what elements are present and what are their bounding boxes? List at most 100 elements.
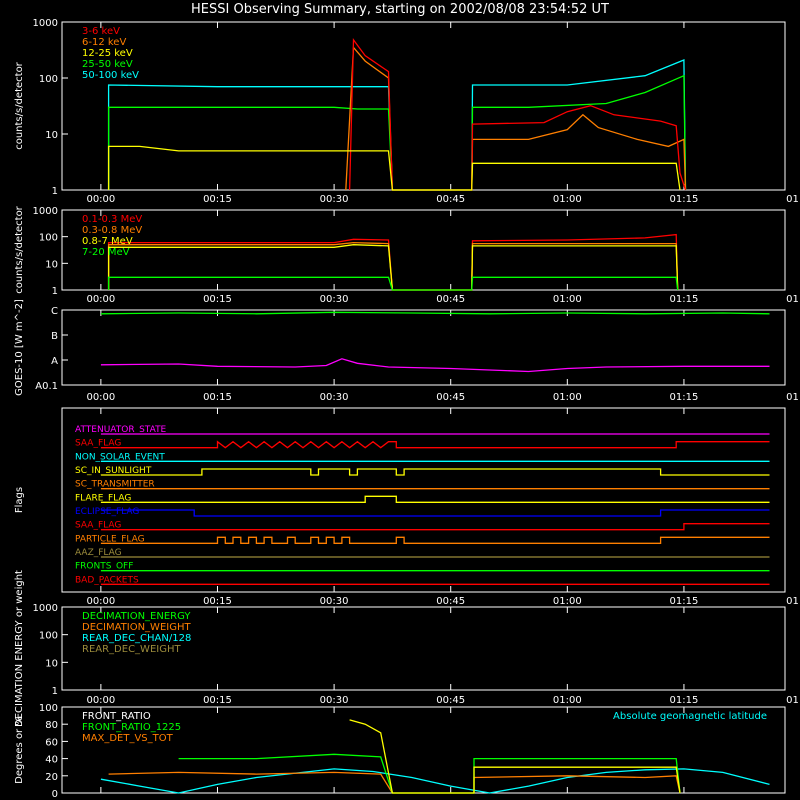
panel-3: GOES-10 [W m^-2] A0.1 A B C 00:00 00:15 00:30 00… (14, 299, 800, 403)
series-line-1 (107, 59, 687, 191)
x-tick-label: 01:30 (786, 392, 800, 403)
y-tick-label: C (51, 306, 58, 317)
y-tick-label: 10 (45, 130, 58, 141)
panel-4: Flags 00:00 00:15 00:30 00:45 01:00 01:15 01:30… (14, 407, 800, 607)
y-tick-label: 1000 (33, 603, 58, 614)
y-tick-label: 60 (45, 737, 58, 748)
y-tick-label: 1 (52, 186, 58, 197)
y-tick-label: 20 (45, 772, 58, 783)
y-axis-label: Flags (14, 487, 25, 513)
x-tick-label: 00:15 (203, 596, 232, 607)
x-tick-label: 00:15 (203, 392, 232, 403)
y-tick-label: 100 (39, 233, 58, 244)
y-tick-label: 100 (39, 74, 58, 85)
y-tick-label: 100 (39, 631, 58, 642)
y-tick-label: 1 (52, 286, 58, 297)
x-tick-label: 01:30 (786, 294, 800, 305)
series-line-1 (107, 233, 679, 291)
series-line-3 (345, 45, 687, 191)
series-line-4 (107, 276, 679, 291)
y-tick-label: 1 (52, 686, 58, 697)
x-tick-label: 01:15 (670, 596, 699, 607)
legend-entry: FRONT_RATIO (82, 711, 151, 722)
x-tick-label: 01:15 (670, 695, 699, 706)
legend-entry: REAR_DEC_WEIGHT (82, 644, 181, 655)
panel-5: DECIMATION ENERGY or weight 1 10 100 1000 00:… (14, 570, 800, 727)
y-tick-label: 0 (52, 789, 58, 800)
legend-entry: REAR_DEC_CHAN/128 (82, 633, 191, 644)
y-axis-label: GOES-10 [W m^-2] (14, 299, 25, 396)
legend-entry: 50-100 keV (82, 70, 139, 81)
y-axis-label: DECIMATION ENERGY or weight (14, 570, 25, 727)
x-tick-label: 01:30 (786, 596, 800, 607)
panel-frame (61, 407, 786, 593)
x-tick-label: 00:00 (86, 194, 115, 205)
y-tick-label: 10 (45, 259, 58, 270)
panel-6: Degrees or % 0 20 40 60 80 100 FRONT_RATIOFRONT… (14, 703, 786, 800)
legend-entry: 25-50 keV (82, 59, 133, 70)
x-tick-label: 00:45 (436, 194, 465, 205)
legend-entry: DECIMATION_WEIGHT (82, 622, 191, 633)
x-tick-label: 01:00 (553, 695, 582, 706)
x-tick-label: 00:00 (86, 695, 115, 706)
legend-entry: 0.3-0.8 MeV (82, 225, 142, 236)
x-tick-label: 00:00 (86, 392, 115, 403)
panel-2: counts/s/detector 1 10 100 1000 00:00 00:15 00:… (14, 205, 800, 305)
legend-entry: DECIMATION_ENERGY (82, 611, 191, 622)
y-axis-label: counts/s/detector (14, 61, 25, 149)
series-line-4 (348, 37, 687, 191)
x-tick-label: 01:15 (670, 294, 699, 305)
y-tick-label: A0.1 (35, 381, 58, 392)
x-tick-label: 00:15 (203, 294, 232, 305)
series-line-4 (349, 719, 681, 794)
flag-line (100, 495, 770, 503)
legend-entry: MAX_DET_VS_TOT (82, 733, 174, 744)
x-tick-label: 00:00 (86, 596, 115, 607)
y-tick-label: 1000 (33, 18, 58, 29)
x-tick-label: 01:15 (670, 392, 699, 403)
x-tick-label: 01:00 (553, 596, 582, 607)
legend-entry: 0.1-0.3 MeV (82, 214, 142, 225)
x-tick-label: 00:15 (203, 194, 232, 205)
series-line-2 (100, 358, 770, 373)
x-tick-label: 01:30 (786, 695, 800, 706)
x-tick-label: 01:00 (553, 392, 582, 403)
series-line-2 (107, 241, 679, 291)
series-line-2 (107, 74, 687, 191)
x-tick-label: 01:00 (553, 294, 582, 305)
y-tick-label: 1000 (33, 206, 58, 217)
legend-entry: 12-25 keV (82, 48, 133, 59)
y-tick-label: B (51, 331, 58, 342)
observing-summary-chart: HESSI Observing Summary, starting on 200… (14, 2, 800, 800)
panel-1: counts/s/detector 1 10 100 1000 00:00 00:15 00:… (14, 18, 800, 205)
y-tick-label: 100 (39, 703, 58, 714)
y-tick-label: A (51, 356, 58, 367)
flag-label: ECLIPSE_FLAG (75, 507, 139, 517)
y-axis-label: Degrees or % (14, 716, 25, 784)
x-tick-label: 01:15 (670, 194, 699, 205)
flag-line (100, 468, 770, 476)
x-tick-label: 00:00 (86, 294, 115, 305)
flag-line (100, 440, 770, 449)
x-tick-label: 00:30 (320, 392, 349, 403)
y-axis-label: counts/s/detector (14, 205, 25, 293)
x-tick-label: 00:30 (320, 596, 349, 607)
series-line-5 (107, 145, 681, 191)
x-tick-label: 00:45 (436, 695, 465, 706)
legend-entry: 0.8-7 MeV (82, 236, 133, 247)
y-tick-label: 40 (45, 755, 58, 766)
legend-entry: 6-12 keV (82, 37, 126, 48)
y-tick-label: 80 (45, 720, 58, 731)
legend-entry: 3-6 keV (82, 26, 120, 37)
panel-frame (61, 309, 786, 386)
y-tick-label: 10 (45, 658, 58, 669)
x-tick-label: 01:00 (553, 194, 582, 205)
flag-line (100, 523, 770, 531)
x-tick-label: 00:45 (436, 294, 465, 305)
legend-entry: 7-20 MeV (82, 247, 130, 258)
x-tick-label: 00:45 (436, 392, 465, 403)
x-tick-label: 00:30 (320, 194, 349, 205)
x-tick-label: 00:30 (320, 294, 349, 305)
legend-entry: FRONT_RATIO_1225 (82, 722, 181, 733)
x-tick-label: 00:30 (320, 695, 349, 706)
